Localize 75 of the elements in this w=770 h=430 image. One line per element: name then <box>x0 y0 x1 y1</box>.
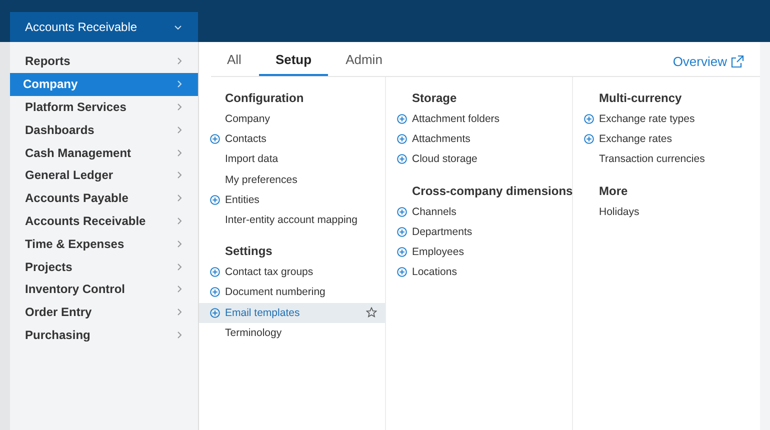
menu-item[interactable]: Reports <box>10 50 198 73</box>
chevron-right-icon <box>177 102 182 111</box>
menu-link[interactable]: Import data <box>199 149 385 170</box>
tab[interactable]: Setup <box>259 52 328 76</box>
chevron-right-icon <box>177 171 182 180</box>
add-icon <box>397 247 407 258</box>
menu-link[interactable]: Attachment folders <box>386 109 572 130</box>
overview-link[interactable]: Overview <box>672 54 744 76</box>
menu-link[interactable]: Contact tax groups <box>199 262 385 282</box>
menu-link[interactable]: Transaction currencies <box>573 149 760 170</box>
menu-item[interactable]: Cash Management <box>10 141 198 164</box>
menu-item[interactable]: Platform Services <box>10 96 198 118</box>
menu-item[interactable]: Inventory Control <box>10 278 198 301</box>
menu-link[interactable]: Channels <box>386 202 572 222</box>
menu-link[interactable]: My preferences <box>199 170 385 190</box>
menu-item[interactable]: Company <box>10 72 198 96</box>
chevron-right-icon <box>177 194 182 202</box>
menu-item[interactable]: Accounts Payable <box>10 186 198 210</box>
section-heading: Configuration <box>224 90 305 107</box>
section-heading: Multi-currency <box>598 90 683 107</box>
menu-item[interactable]: Time & Expenses <box>10 232 198 256</box>
chevron-right-icon <box>177 216 182 225</box>
menu-item[interactable]: Dashboards <box>10 118 198 142</box>
add-icon <box>397 154 407 164</box>
menu-link[interactable]: Exchange rates <box>573 129 760 150</box>
section-heading: Settings <box>224 243 274 260</box>
chevron-down-icon <box>174 24 182 30</box>
menu-link[interactable]: Contacts <box>199 129 385 150</box>
module-dropdown[interactable]: Accounts Receivable <box>10 12 198 42</box>
menu-link[interactable]: Employees <box>386 242 572 262</box>
chevron-right-icon <box>177 330 182 339</box>
menu-link[interactable]: Cloud storage <box>386 149 572 170</box>
menu-link[interactable]: Departments <box>386 222 572 242</box>
add-icon <box>397 226 407 237</box>
add-icon <box>397 206 407 217</box>
chevron-right-icon <box>177 57 182 66</box>
tab[interactable]: All <box>211 52 258 76</box>
chevron-right-icon <box>177 148 182 157</box>
add-icon <box>210 134 220 144</box>
menu-link[interactable]: Inter-entity account mapping <box>199 210 385 230</box>
add-icon <box>397 114 407 124</box>
add-icon <box>397 267 407 278</box>
add-icon <box>210 194 220 205</box>
chevron-right-icon <box>177 262 182 271</box>
chevron-right-icon <box>177 240 182 248</box>
menu-item[interactable]: Purchasing <box>10 324 198 346</box>
add-icon <box>397 134 407 144</box>
chevron-right-icon <box>177 308 182 316</box>
add-icon <box>210 308 220 318</box>
menu-item[interactable]: Order Entry <box>10 300 198 324</box>
add-icon <box>210 287 220 298</box>
tab[interactable]: Admin <box>330 52 398 76</box>
menu-link[interactable]: Attachments <box>386 129 572 150</box>
star-icon[interactable] <box>366 307 377 318</box>
menu-link[interactable]: Locations <box>386 262 572 282</box>
chevron-right-icon <box>177 126 182 134</box>
chevron-right-icon <box>177 80 182 88</box>
add-icon <box>210 267 220 278</box>
menu-item[interactable]: General Ledger <box>10 164 198 187</box>
external-link-icon <box>731 55 744 68</box>
menu-link[interactable]: Holidays <box>573 202 760 222</box>
menu-link[interactable]: Terminology <box>199 322 385 343</box>
menu-link[interactable]: Exchange rate types <box>573 109 760 130</box>
menu-link[interactable]: Email templates <box>199 302 385 323</box>
menu-link[interactable]: Entities <box>199 190 385 210</box>
section-heading: Storage <box>411 90 458 107</box>
menu-link[interactable]: Company <box>199 109 385 130</box>
menu-item[interactable]: Projects <box>10 255 198 278</box>
add-icon <box>584 134 594 144</box>
section-heading: More <box>598 182 629 200</box>
chevron-right-icon <box>177 285 182 294</box>
menu-link[interactable]: Document numbering <box>199 282 385 302</box>
add-icon <box>584 114 594 124</box>
section-heading: Cross-company dimensions <box>411 182 572 200</box>
menu-item[interactable]: Accounts Receivable <box>10 210 198 232</box>
